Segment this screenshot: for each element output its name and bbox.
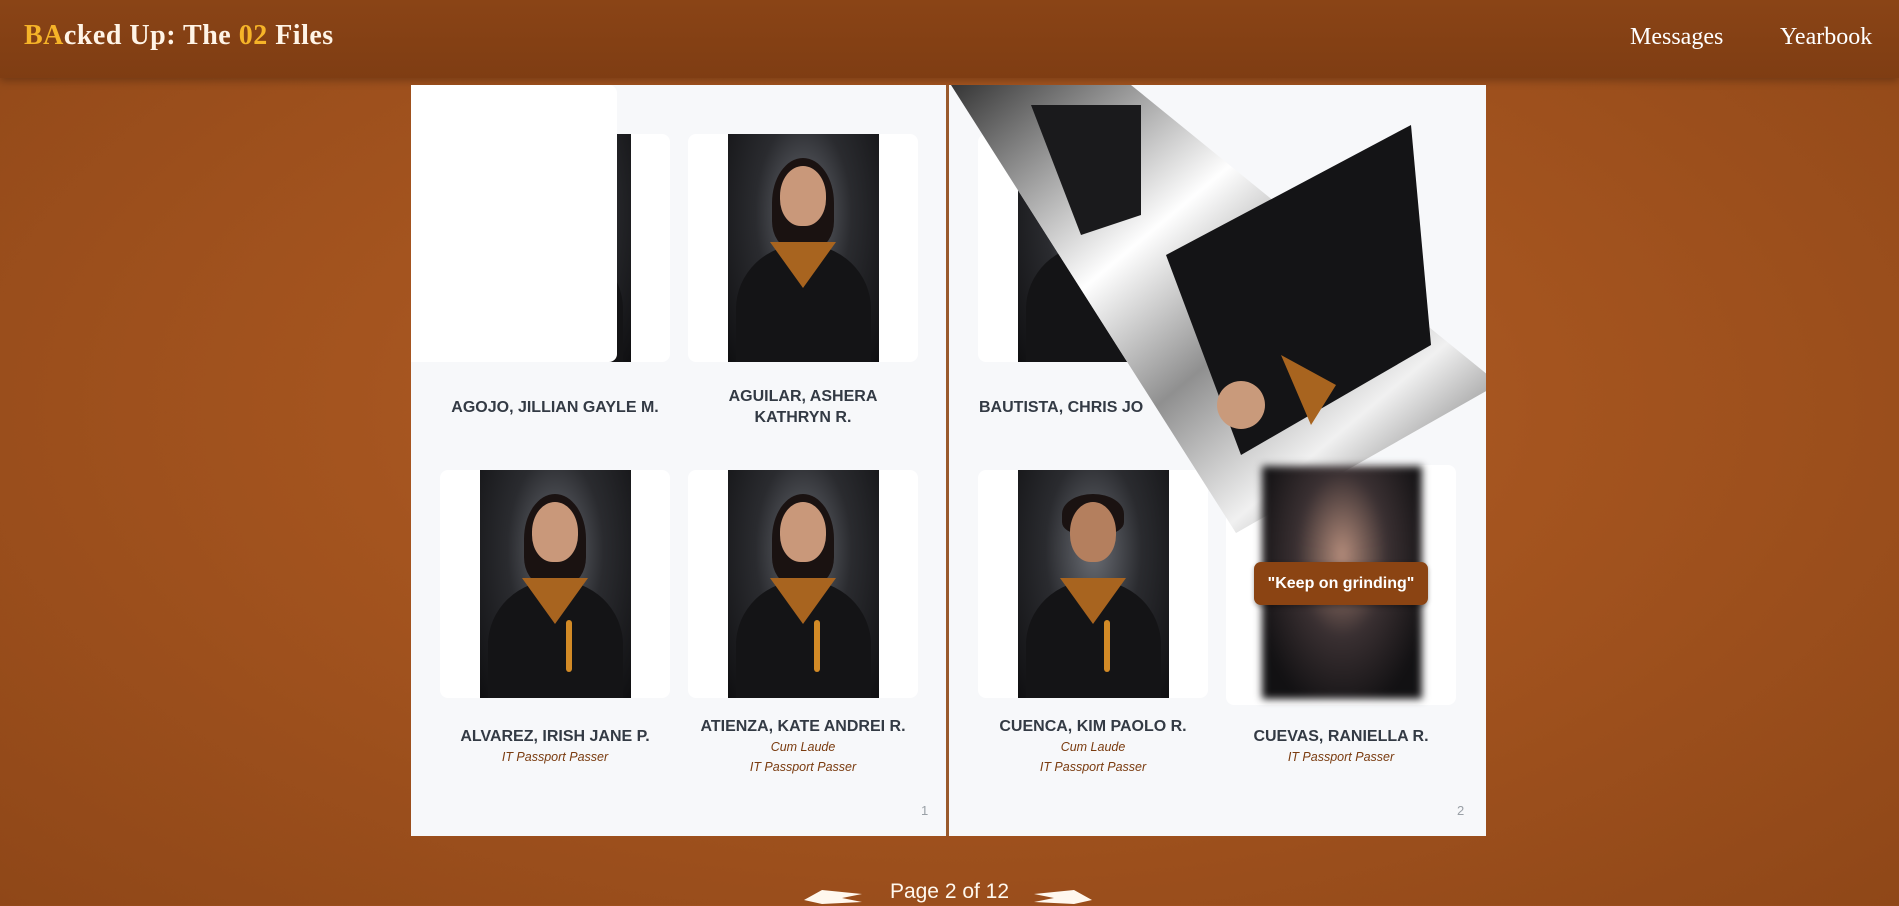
student-honor: IT Passport Passer — [501, 750, 609, 764]
brand-number: 02 — [238, 20, 268, 51]
message-tooltip: "Keep on grinding" — [1254, 562, 1428, 605]
nav-messages[interactable]: Messages — [1630, 24, 1723, 51]
nav-yearbook[interactable]: Yearbook — [1780, 24, 1872, 51]
student-honor: Cum Laude — [770, 740, 836, 754]
student-photo — [1018, 470, 1169, 698]
page-indicator: Page 2 of 12 — [889, 880, 1010, 903]
student-card[interactable] — [978, 470, 1208, 698]
student-name: ATIENZA, KATE ANDREI R. — [700, 718, 906, 735]
student-honor: Cum Laude — [1060, 740, 1126, 754]
student-honor: IT Passport Passer — [1287, 750, 1395, 764]
student-photo — [728, 470, 879, 698]
site-title[interactable]: BAcked Up: The 02 Files — [24, 20, 334, 52]
student-name: CUEVAS, RANIELLA R. — [1253, 728, 1429, 745]
student-photo — [1266, 134, 1417, 362]
student-honor: IT Passport Passer — [749, 760, 857, 774]
brand-text-end: Files — [267, 20, 334, 51]
spacer2 — [411, 85, 615, 313]
student-honor: IT Passport Passer — [1039, 760, 1147, 774]
student-card[interactable] — [978, 134, 1208, 362]
student-name: BAUTISTA, CHRIS JO — [979, 399, 1144, 416]
student-name-line2: KATHRYN R. — [754, 409, 852, 426]
student-name: AGUILAR, ASHERA — [728, 388, 878, 405]
student-name: CUENCA, KIM PAOLO R. — [999, 718, 1187, 735]
top-bar: BAcked Up: The 02 Files Messages Yearboo… — [0, 0, 1899, 78]
student-card[interactable] — [688, 134, 918, 362]
student-photo — [480, 470, 631, 698]
student-photo — [728, 134, 879, 362]
student-card[interactable] — [1226, 134, 1456, 362]
student-photo — [1018, 134, 1169, 362]
student-name: ALVAREZ, IRISH JANE P. — [460, 728, 650, 745]
brand-text: cked Up: The — [63, 20, 239, 51]
page-number: 2 — [1457, 803, 1465, 818]
brand-initials: BA — [24, 20, 64, 51]
student-card[interactable] — [440, 470, 670, 698]
student-card[interactable] — [688, 470, 918, 698]
student-name: AGOJO, JILLIAN GAYLE M. — [451, 399, 659, 416]
next-arrow-icon[interactable] — [1032, 888, 1094, 906]
yearbook-spread: AGOJO, JILLIAN GAYLE M. AGUILAR, ASHERA … — [411, 85, 1486, 836]
page-number: 1 — [921, 803, 929, 818]
